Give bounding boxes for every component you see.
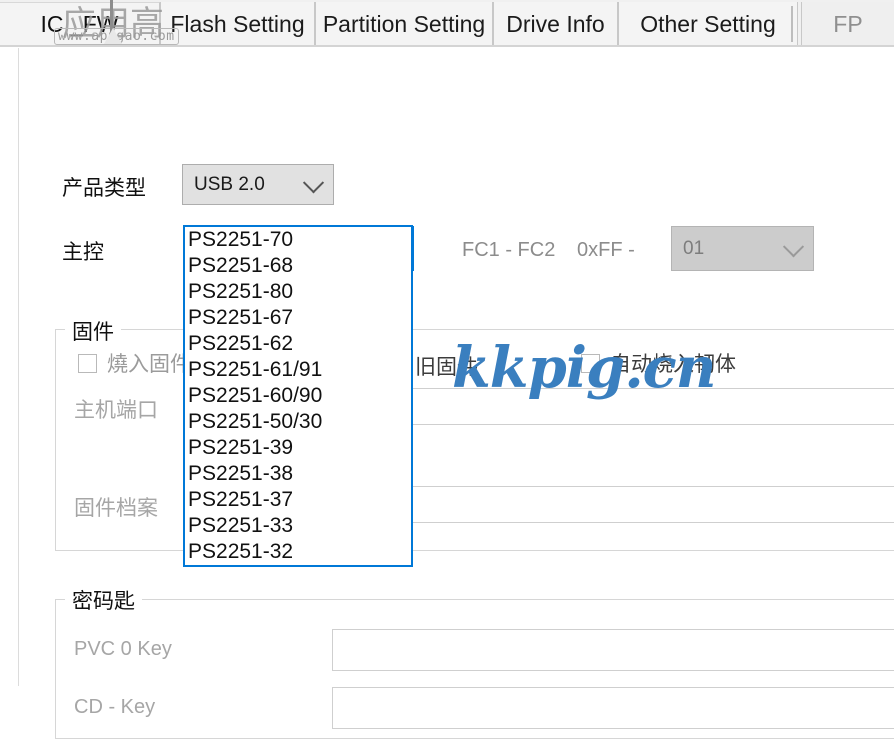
tab-ic-fw[interactable]: IC _FW	[0, 2, 160, 46]
product-type-combo[interactable]: USB 2.0	[182, 164, 334, 205]
tab-strip-underline	[0, 45, 894, 47]
host-port-label: 主机端口	[74, 399, 158, 422]
dropdown-option[interactable]: PS2251-39	[185, 435, 411, 461]
tab-separator	[791, 6, 793, 42]
dropdown-option[interactable]: PS2251-32	[185, 539, 411, 565]
tab-strip: IC _FW Flash Setting Partition Setting D…	[0, 0, 894, 46]
checkbox-box-icon	[581, 353, 600, 373]
dropdown-option[interactable]: PS2251-38	[185, 461, 411, 487]
cd-key-input[interactable]	[332, 687, 894, 729]
key-group-title: 密码匙	[65, 585, 142, 615]
fc-value: 01	[683, 237, 705, 259]
tab-label: Other Setting	[640, 10, 776, 37]
tab-partition-setting[interactable]: Partition Setting	[315, 2, 493, 46]
auto-burn-firmware-checkbox[interactable]: 自动烧入韧体	[581, 348, 736, 378]
dropdown-option[interactable]: PS2251-37	[185, 487, 411, 513]
host-port-input[interactable]	[332, 388, 894, 425]
pvc-key-label: PVC 0 Key	[74, 638, 172, 660]
burn-firmware-label: 燒入固件	[107, 353, 191, 376]
controller-label: 主控	[62, 241, 104, 264]
dropdown-option[interactable]: PS2251-70	[185, 227, 411, 253]
tab-fp[interactable]: FP	[801, 2, 894, 46]
dropdown-option[interactable]: PS2251-62	[185, 331, 411, 357]
dropdown-option[interactable]: PS2251-80	[185, 279, 411, 305]
dropdown-option[interactable]: PS2251-67	[185, 305, 411, 331]
cd-key-label: CD - Key	[74, 696, 156, 718]
firmware-file-input[interactable]	[332, 486, 894, 523]
firmware-file-label: 固件档案	[74, 497, 158, 520]
chevron-down-icon	[302, 171, 325, 193]
dropdown-option[interactable]: PS2251-61/91	[185, 357, 411, 383]
chevron-down-icon	[782, 235, 805, 257]
burn-firmware-checkbox[interactable]: 燒入固件	[78, 348, 191, 378]
dropdown-option[interactable]: PS2251-60/90	[185, 383, 411, 409]
dropdown-option[interactable]: PS2251-33	[185, 513, 411, 539]
fc-prefix-label: 0xFF -	[577, 239, 635, 261]
tab-other-setting[interactable]: Other Setting	[618, 2, 798, 46]
dropdown-option[interactable]: PS2251-50/30	[185, 409, 411, 435]
tab-content-panel: 产品类型 USB 2.0 主控 FC1 - FC2 0xFF - 01 固件 燒…	[18, 48, 894, 739]
dropdown-option[interactable]: PS2251-68	[185, 253, 411, 279]
old-firmware-label: 旧固件	[415, 356, 478, 379]
application-window: IC _FW Flash Setting Partition Setting D…	[0, 0, 894, 739]
pvc-key-input[interactable]	[332, 629, 894, 671]
product-type-value: USB 2.0	[194, 173, 265, 195]
tab-flash-setting[interactable]: Flash Setting	[160, 2, 315, 46]
checkbox-box-icon	[78, 353, 97, 373]
product-type-label: 产品类型	[62, 177, 146, 200]
controller-dropdown-list[interactable]: PS2251-70 PS2251-68 PS2251-80 PS2251-67 …	[183, 225, 413, 567]
tab-label: Flash Setting	[170, 10, 305, 37]
fc-value-combo[interactable]: 01	[671, 226, 814, 271]
tab-label: Drive Info	[506, 10, 605, 37]
tab-drive-info[interactable]: Drive Info	[493, 2, 618, 46]
cursor-pointer-icon	[104, 28, 122, 44]
tab-label: FP	[833, 10, 863, 37]
firmware-group-title: 固件	[65, 316, 121, 346]
fc-range-label: FC1 - FC2	[462, 239, 556, 261]
auto-burn-firmware-label: 自动烧入韧体	[610, 353, 736, 376]
tab-label: Partition Setting	[322, 10, 486, 37]
